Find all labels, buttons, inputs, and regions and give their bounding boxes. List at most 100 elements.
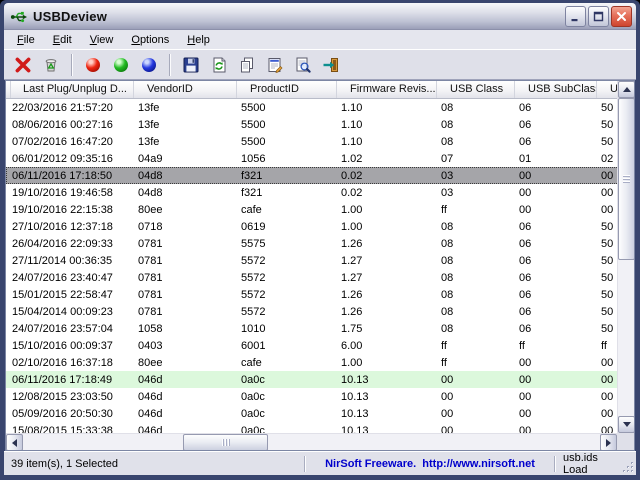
table-row[interactable]: 02/10/2016 16:37:18 80ee cafe 1.00 ff 00…: [6, 354, 619, 371]
nirsoft-link[interactable]: NirSoft Freeware. http://www.nirsoft.net: [306, 452, 554, 475]
cell-last-plug-unplug: 27/10/2016 12:37:18: [6, 220, 130, 233]
table-row[interactable]: 24/07/2016 23:40:47 0781 5572 1.27 08 06…: [6, 269, 619, 286]
cell-usb-subclass: 06: [511, 101, 593, 114]
vertical-scroll-thumb[interactable]: [618, 98, 635, 260]
cell-vendorid: 046d: [130, 373, 233, 386]
cell-usb-protocol: 50: [593, 237, 619, 250]
cell-usb-class: 08: [433, 220, 511, 233]
header-last-plug-unplug[interactable]: Last Plug/Unplug D...: [10, 81, 134, 98]
table-row[interactable]: 19/10/2016 19:46:58 04d8 f321 0.02 03 00…: [6, 184, 619, 201]
exit-button[interactable]: [318, 53, 344, 77]
cell-vendorid: 13fe: [130, 135, 233, 148]
cell-usb-protocol: 50: [593, 271, 619, 284]
titlebar[interactable]: USBDeview: [4, 3, 636, 30]
menu-view[interactable]: View: [81, 31, 123, 49]
cell-usb-class: 08: [433, 135, 511, 148]
cell-productid: 5572: [233, 288, 333, 301]
cell-vendorid: 0781: [130, 288, 233, 301]
cell-usb-class: ff: [433, 339, 511, 352]
cell-productid: 5572: [233, 305, 333, 318]
blue-ball-button[interactable]: [136, 53, 162, 77]
green-ball-button[interactable]: [108, 53, 134, 77]
cell-productid: 6001: [233, 339, 333, 352]
cell-vendorid: 80ee: [130, 356, 233, 369]
table-row[interactable]: 06/11/2016 17:18:49 046d 0a0c 10.13 00 0…: [6, 371, 619, 388]
uninstall-recycle-bin-icon: [42, 56, 60, 74]
find-button[interactable]: [290, 53, 316, 77]
disconnect-device-button[interactable]: [10, 53, 36, 77]
uninstall-device-button[interactable]: [38, 53, 64, 77]
cell-usb-protocol: 50: [593, 254, 619, 267]
table-row[interactable]: 24/07/2016 23:57:04 1058 1010 1.75 08 06…: [6, 320, 619, 337]
horizontal-scroll-thumb[interactable]: [183, 434, 268, 451]
table-row[interactable]: 05/09/2016 20:50:30 046d 0a0c 10.13 00 0…: [6, 405, 619, 422]
table-row[interactable]: 15/04/2014 00:09:23 0781 5572 1.26 08 06…: [6, 303, 619, 320]
menu-help[interactable]: Help: [178, 31, 219, 49]
cell-last-plug-unplug: 19/10/2016 22:15:38: [6, 203, 130, 216]
cell-usb-protocol: 02: [593, 152, 619, 165]
table-row[interactable]: 12/08/2015 23:03:50 046d 0a0c 10.13 00 0…: [6, 388, 619, 405]
cell-firmware-revision: 1.26: [333, 288, 433, 301]
close-button[interactable]: [611, 6, 632, 27]
usb-app-icon: [10, 8, 28, 26]
cell-usb-class: 03: [433, 169, 511, 182]
menu-file[interactable]: File: [8, 31, 44, 49]
vertical-scrollbar[interactable]: [617, 81, 634, 433]
scroll-up-button[interactable]: [618, 81, 635, 98]
cell-firmware-revision: 0.02: [333, 169, 433, 182]
maximize-button[interactable]: [588, 6, 609, 27]
cell-productid: 5572: [233, 271, 333, 284]
cell-usb-protocol: 50: [593, 322, 619, 335]
cell-usb-protocol: 00: [593, 390, 619, 403]
red-ball-icon: [86, 58, 100, 72]
table-row[interactable]: 15/10/2016 00:09:37 0403 6001 6.00 ff ff…: [6, 337, 619, 354]
cell-last-plug-unplug: 19/10/2016 19:46:58: [6, 186, 130, 199]
refresh-button[interactable]: [206, 53, 232, 77]
table-row[interactable]: 06/11/2016 17:18:50 04d8 f321 0.02 03 00…: [6, 167, 619, 184]
table-row[interactable]: 19/10/2016 22:15:38 80ee cafe 1.00 ff 00…: [6, 201, 619, 218]
table-row[interactable]: 06/01/2012 09:35:16 04a9 1056 1.02 07 01…: [6, 150, 619, 167]
resize-grip[interactable]: [620, 459, 636, 475]
red-ball-button[interactable]: [80, 53, 106, 77]
window-title: USBDeview: [33, 9, 565, 24]
cell-usb-subclass: 06: [511, 322, 593, 335]
header-vendorid[interactable]: VendorID: [134, 81, 237, 98]
header-usb-class[interactable]: USB Class: [437, 81, 515, 98]
cell-usb-subclass: 06: [511, 254, 593, 267]
toolbar: [4, 50, 636, 80]
table-row[interactable]: 15/08/2015 15:33:38 046d 0a0c 10.13 00 0…: [6, 422, 619, 433]
cell-vendorid: 0781: [130, 237, 233, 250]
cell-usb-class: ff: [433, 356, 511, 369]
scroll-down-button[interactable]: [618, 416, 635, 433]
table-row[interactable]: 08/06/2016 00:27:16 13fe 5500 1.10 08 06…: [6, 116, 619, 133]
toolbar-separator: [169, 54, 171, 76]
table-row[interactable]: 27/11/2014 00:36:35 0781 5572 1.27 08 06…: [6, 252, 619, 269]
cell-firmware-revision: 0.02: [333, 186, 433, 199]
cell-usb-subclass: 00: [511, 390, 593, 403]
header-usb-protocol[interactable]: USB: [597, 81, 619, 98]
save-report-button[interactable]: [178, 53, 204, 77]
table-row[interactable]: 07/02/2016 16:47:20 13fe 5500 1.10 08 06…: [6, 133, 619, 150]
header-usb-subclass[interactable]: USB SubClass: [515, 81, 597, 98]
cell-vendorid: 04a9: [130, 152, 233, 165]
column-headers: Last Plug/Unplug D... VendorID ProductID…: [6, 81, 619, 99]
minimize-button[interactable]: [565, 6, 586, 27]
menu-edit[interactable]: Edit: [44, 31, 81, 49]
scroll-right-button[interactable]: [600, 434, 617, 451]
copy-button[interactable]: [234, 53, 260, 77]
cell-usb-class: 08: [433, 271, 511, 284]
cell-usb-subclass: 00: [511, 373, 593, 386]
table-row[interactable]: 22/03/2016 21:57:20 13fe 5500 1.10 08 06…: [6, 99, 619, 116]
cell-productid: f321: [233, 186, 333, 199]
table-row[interactable]: 26/04/2016 22:09:33 0781 5575 1.26 08 06…: [6, 235, 619, 252]
exit-door-icon: [322, 56, 340, 74]
scroll-left-button[interactable]: [6, 434, 23, 451]
cell-usb-subclass: 00: [511, 356, 593, 369]
table-row[interactable]: 15/01/2015 22:58:47 0781 5572 1.26 08 06…: [6, 286, 619, 303]
properties-button[interactable]: [262, 53, 288, 77]
horizontal-scrollbar[interactable]: [6, 433, 617, 450]
table-row[interactable]: 27/10/2016 12:37:18 0718 0619 1.00 08 06…: [6, 218, 619, 235]
header-firmware-revision[interactable]: Firmware Revis...: [337, 81, 437, 98]
menu-options[interactable]: Options: [122, 31, 178, 49]
header-productid[interactable]: ProductID: [237, 81, 337, 98]
